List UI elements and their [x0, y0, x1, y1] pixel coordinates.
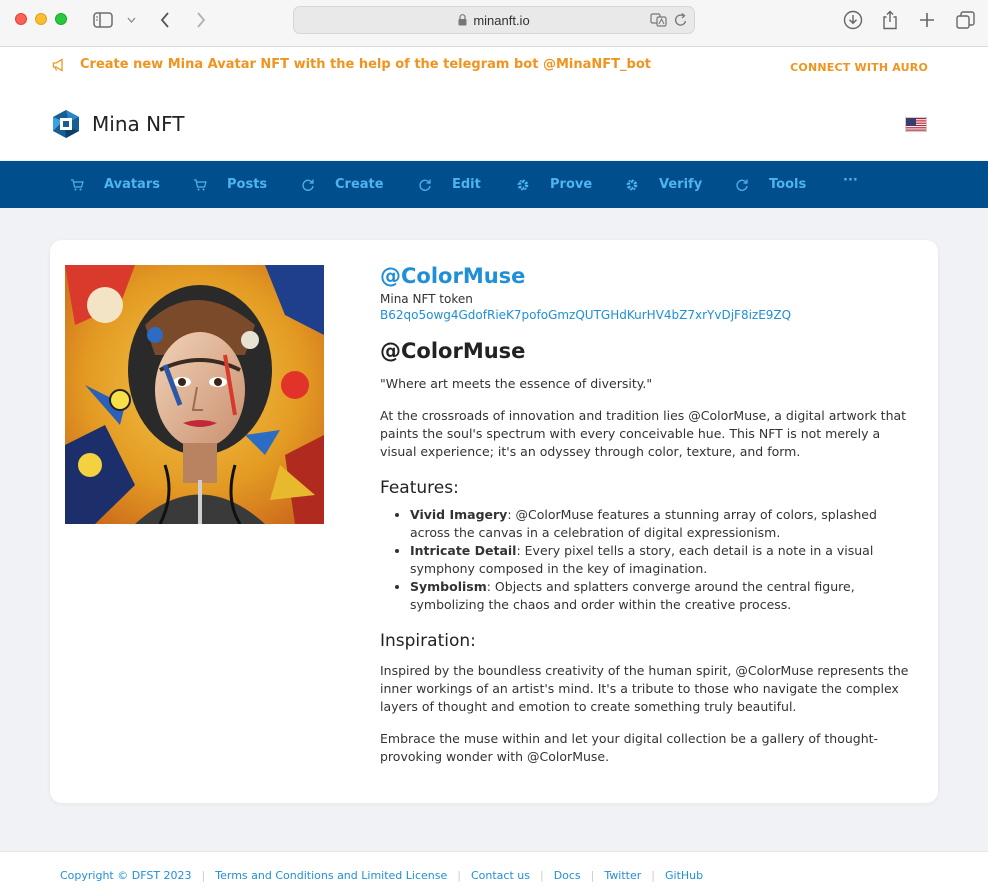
divider: | [539, 869, 544, 882]
copyright-text[interactable]: Copyright © DFST 2023 [60, 869, 192, 882]
new-tab-icon[interactable] [917, 9, 937, 31]
site-logo[interactable]: Mina NFT [51, 109, 184, 139]
address-bar[interactable]: minanft.io [293, 6, 695, 34]
reload-icon[interactable] [674, 12, 688, 31]
footer-link-github[interactable]: GitHub [665, 869, 703, 882]
translate-icon[interactable] [650, 12, 668, 31]
refresh-icon [735, 178, 749, 192]
divider: | [590, 869, 595, 882]
site-name: Mina NFT [92, 112, 185, 136]
gear-icon [625, 178, 639, 192]
nft-intro: At the crossroads of innovation and trad… [380, 408, 907, 459]
nft-title: @ColorMuse [380, 339, 526, 363]
nav-item-edit[interactable]: Edit [418, 161, 481, 208]
announcement-link[interactable]: Create new Mina Avatar NFT with the help… [52, 57, 651, 72]
embrace-text: Embrace the muse within and let your dig… [380, 731, 879, 764]
nft-quote: "Where art meets the essence of diversit… [380, 376, 653, 391]
nav-item-avatars[interactable]: Avatars [70, 161, 160, 208]
sidebar-toggle-icon[interactable] [92, 9, 114, 31]
cart-icon [70, 178, 84, 192]
refresh-icon [301, 178, 315, 192]
close-window-button[interactable] [15, 13, 27, 25]
megaphone-icon [52, 57, 66, 72]
nft-handle-link[interactable]: @ColorMuse [380, 264, 910, 288]
browser-toolbar: minanft.io [0, 0, 988, 47]
minimize-window-button[interactable] [35, 13, 47, 25]
divider: | [201, 869, 206, 882]
share-icon[interactable] [880, 9, 900, 31]
nav-item-posts[interactable]: Posts [193, 161, 267, 208]
mina-logo-icon [53, 110, 79, 138]
list-item: Vivid Imagery: @ColorMuse features a stu… [410, 506, 910, 542]
inspiration-heading: Inspiration: [380, 631, 476, 651]
divider: | [457, 869, 461, 882]
nav-item-verify[interactable]: Verify [625, 161, 702, 208]
cart-icon [193, 178, 207, 192]
chevron-down-icon[interactable] [125, 9, 137, 31]
maximize-window-button[interactable] [55, 13, 67, 25]
list-item: Intricate Detail: Every pixel tells a st… [410, 542, 910, 578]
features-list: Vivid Imagery: @ColorMuse features a stu… [380, 506, 910, 614]
footer-link-twitter[interactable]: Twitter [604, 869, 641, 882]
main-nav: Avatars Posts Create Edit Prove Verify T… [0, 161, 988, 208]
divider: | [651, 869, 655, 882]
footer-link-docs[interactable]: Docs [554, 869, 581, 882]
language-flag-icon[interactable] [905, 117, 927, 132]
nav-more-button[interactable]: ··· [843, 157, 858, 204]
back-icon[interactable] [157, 9, 173, 31]
url-text: minanft.io [473, 12, 530, 28]
gear-icon [516, 178, 530, 192]
nft-artwork-image[interactable] [65, 265, 324, 524]
site-footer: Copyright © DFST 2023 | Terms and Condit… [0, 851, 988, 896]
download-icon[interactable] [842, 9, 864, 31]
token-address-link[interactable]: B62qo5owg4GdofRieK7pofoGmzQUTGHdKurHV4bZ… [380, 308, 910, 322]
nav-item-create[interactable]: Create [301, 161, 384, 208]
nft-card: @ColorMuse Mina NFT token B62qo5owg4Gdof… [50, 240, 938, 803]
tab-overview-icon[interactable] [954, 9, 976, 31]
announcement-text: Create new Mina Avatar NFT with the help… [80, 57, 651, 72]
refresh-icon [418, 178, 432, 192]
nav-item-prove[interactable]: Prove [516, 161, 592, 208]
forward-icon[interactable] [193, 9, 209, 31]
features-heading: Features: [380, 478, 459, 498]
nft-description: @ColorMuse Mina NFT token B62qo5owg4Gdof… [380, 264, 910, 766]
footer-link-contact[interactable]: Contact us [471, 869, 530, 882]
list-item: Symbolism: Objects and splatters converg… [410, 578, 910, 614]
connect-auro-button[interactable]: CONNECT WITH AURO [790, 61, 928, 74]
inspiration-text: Inspired by the boundless creativity of … [380, 663, 909, 714]
nav-item-tools[interactable]: Tools [735, 161, 806, 208]
token-label: Mina NFT token [380, 292, 473, 306]
lock-icon [458, 14, 467, 26]
footer-link-terms[interactable]: Terms and Conditions and Limited License [215, 869, 447, 882]
